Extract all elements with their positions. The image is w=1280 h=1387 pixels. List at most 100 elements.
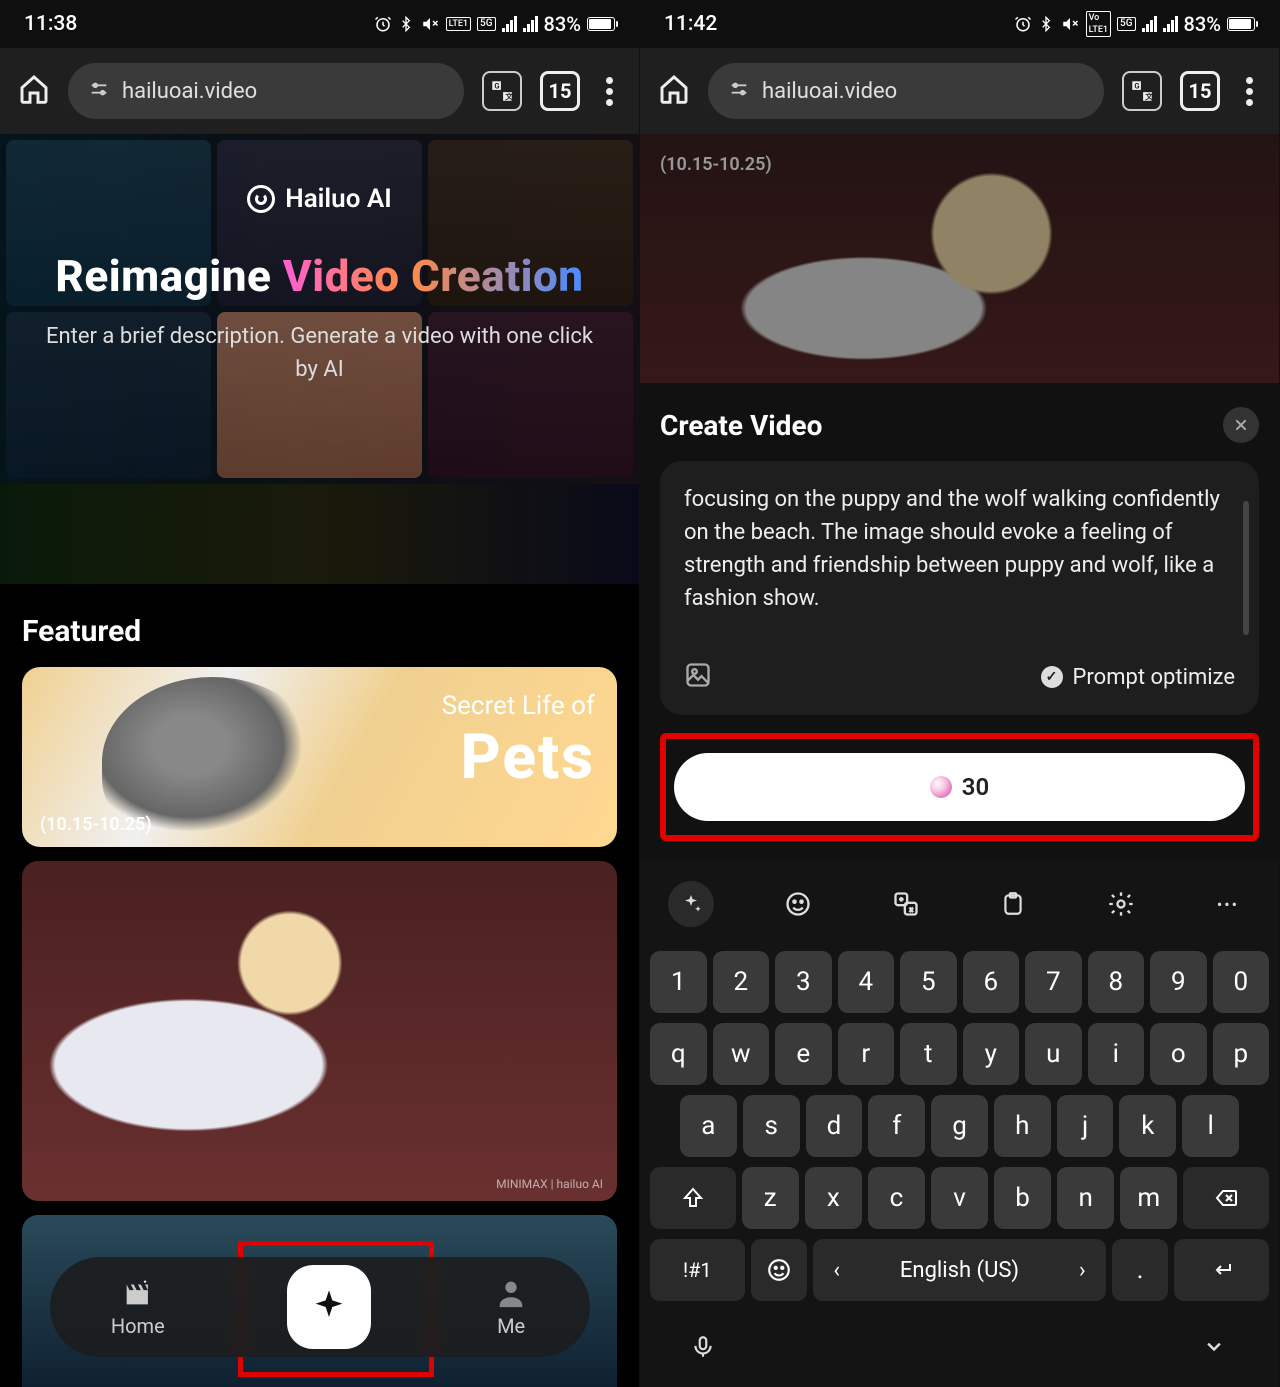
kb-emoji-icon[interactable] <box>775 881 821 927</box>
key-a[interactable]: a <box>680 1095 737 1157</box>
prompt-optimize-toggle[interactable]: ✓ Prompt optimize <box>1041 665 1235 690</box>
kb-more-icon[interactable]: ••• <box>1205 881 1251 927</box>
key-f[interactable]: f <box>868 1095 925 1157</box>
generate-button[interactable]: 30 <box>674 753 1245 821</box>
menu-icon[interactable] <box>598 69 621 114</box>
prompt-input[interactable]: focusing on the puppy and the wolf walki… <box>684 483 1235 615</box>
key-shift[interactable] <box>650 1167 736 1229</box>
key-l[interactable]: l <box>1182 1095 1239 1157</box>
lte-badge: VoLTE1 <box>1086 11 1111 37</box>
key-o[interactable]: o <box>1150 1023 1207 1085</box>
signal-icon-2 <box>523 16 538 32</box>
key-w[interactable]: w <box>713 1023 770 1085</box>
brand-logo: Hailuo AI <box>0 184 639 214</box>
key-n[interactable]: n <box>1057 1167 1114 1229</box>
key-enter[interactable] <box>1174 1239 1269 1301</box>
pets-line2: Pets <box>442 721 595 794</box>
prompt-card: focusing on the puppy and the wolf walki… <box>660 461 1259 715</box>
key-3[interactable]: 3 <box>775 951 832 1013</box>
key-backspace[interactable] <box>1183 1167 1269 1229</box>
browser-bar: hailuoai.video G文 15 <box>0 48 639 134</box>
key-t[interactable]: t <box>900 1023 957 1085</box>
kb-ai-icon[interactable] <box>668 881 714 927</box>
bottom-nav: Home Me <box>50 1257 590 1357</box>
hero-subtitle: Enter a brief description. Generate a vi… <box>0 320 639 386</box>
attach-image-button[interactable] <box>684 661 712 693</box>
key-i[interactable]: i <box>1088 1023 1145 1085</box>
svg-text:文: 文 <box>505 91 513 101</box>
site-settings-icon <box>728 78 750 105</box>
pets-dates: (10.15-10.25) <box>40 814 152 835</box>
key-r[interactable]: r <box>838 1023 895 1085</box>
key-u[interactable]: u <box>1025 1023 1082 1085</box>
key-language[interactable]: ‹ English (US) › <box>813 1239 1105 1301</box>
hero-title: Reimagine Video Creation <box>0 250 639 302</box>
key-4[interactable]: 4 <box>838 951 895 1013</box>
key-5[interactable]: 5 <box>900 951 957 1013</box>
key-7[interactable]: 7 <box>1025 951 1082 1013</box>
translate-icon[interactable]: G文 <box>1122 71 1162 111</box>
clock: 11:42 <box>664 12 717 36</box>
key-9[interactable]: 9 <box>1150 951 1207 1013</box>
key-h[interactable]: h <box>994 1095 1051 1157</box>
collapse-keyboard-icon[interactable] <box>1199 1337 1229 1361</box>
kb-settings-icon[interactable] <box>1098 881 1144 927</box>
featured-pets-card[interactable]: Secret Life of Pets (10.15-10.25) <box>22 667 617 847</box>
key-0[interactable]: 0 <box>1213 951 1270 1013</box>
key-d[interactable]: d <box>806 1095 863 1157</box>
translate-icon[interactable]: G文 <box>482 71 522 111</box>
key-j[interactable]: j <box>1057 1095 1114 1157</box>
key-s[interactable]: s <box>743 1095 800 1157</box>
site-settings-icon <box>88 78 110 105</box>
chevron-right-icon: › <box>1079 1258 1086 1283</box>
url-bar[interactable]: hailuoai.video <box>68 63 464 119</box>
key-2[interactable]: 2 <box>713 951 770 1013</box>
key-e[interactable]: e <box>775 1023 832 1085</box>
key-period[interactable]: . <box>1112 1239 1169 1301</box>
battery-icon <box>587 17 615 31</box>
status-bar: 11:38 LTE1 5G 83% <box>0 0 639 48</box>
scrollbar[interactable] <box>1243 501 1249 635</box>
key-y[interactable]: y <box>963 1023 1020 1085</box>
tabs-count[interactable]: 15 <box>540 71 580 111</box>
fiveg-badge: 5G <box>1117 17 1136 31</box>
key-6[interactable]: 6 <box>963 951 1020 1013</box>
key-8[interactable]: 8 <box>1088 951 1145 1013</box>
browser-home-icon[interactable] <box>658 73 690 109</box>
mic-icon[interactable] <box>690 1331 716 1367</box>
url-text: hailuoai.video <box>122 79 257 104</box>
nav-home[interactable]: Home <box>111 1276 165 1338</box>
key-v[interactable]: v <box>931 1167 988 1229</box>
key-1[interactable]: 1 <box>650 951 707 1013</box>
close-button[interactable] <box>1223 407 1259 443</box>
watermark: MINIMAX | hailuo AI <box>496 1177 603 1191</box>
svg-text:G: G <box>494 81 499 90</box>
nav-create[interactable] <box>287 1265 371 1349</box>
key-k[interactable]: k <box>1119 1095 1176 1157</box>
key-b[interactable]: b <box>994 1167 1051 1229</box>
key-m[interactable]: m <box>1120 1167 1177 1229</box>
key-c[interactable]: c <box>868 1167 925 1229</box>
key-p[interactable]: p <box>1213 1023 1270 1085</box>
url-bar[interactable]: hailuoai.video <box>708 63 1104 119</box>
browser-bar: hailuoai.video G文 15 <box>640 48 1279 134</box>
key-q[interactable]: q <box>650 1023 707 1085</box>
kb-translate-icon[interactable] <box>883 881 929 927</box>
person-icon <box>494 1276 528 1310</box>
key-emoji[interactable] <box>751 1239 808 1301</box>
tabs-count[interactable]: 15 <box>1180 71 1220 111</box>
key-g[interactable]: g <box>931 1095 988 1157</box>
key-z[interactable]: z <box>742 1167 799 1229</box>
battery-pct: 83% <box>1184 12 1221 36</box>
battery-icon <box>1227 17 1255 31</box>
featured-child-card[interactable]: MINIMAX | hailuo AI <box>22 861 617 1201</box>
close-icon <box>1233 417 1249 433</box>
shift-icon <box>681 1186 705 1210</box>
kb-clipboard-icon[interactable] <box>990 881 1036 927</box>
key-x[interactable]: x <box>805 1167 862 1229</box>
keyboard-toolbar: ••• <box>650 873 1269 941</box>
menu-icon[interactable] <box>1238 69 1261 114</box>
browser-home-icon[interactable] <box>18 73 50 109</box>
key-symbols[interactable]: !#1 <box>650 1239 745 1301</box>
nav-me[interactable]: Me <box>494 1276 528 1338</box>
